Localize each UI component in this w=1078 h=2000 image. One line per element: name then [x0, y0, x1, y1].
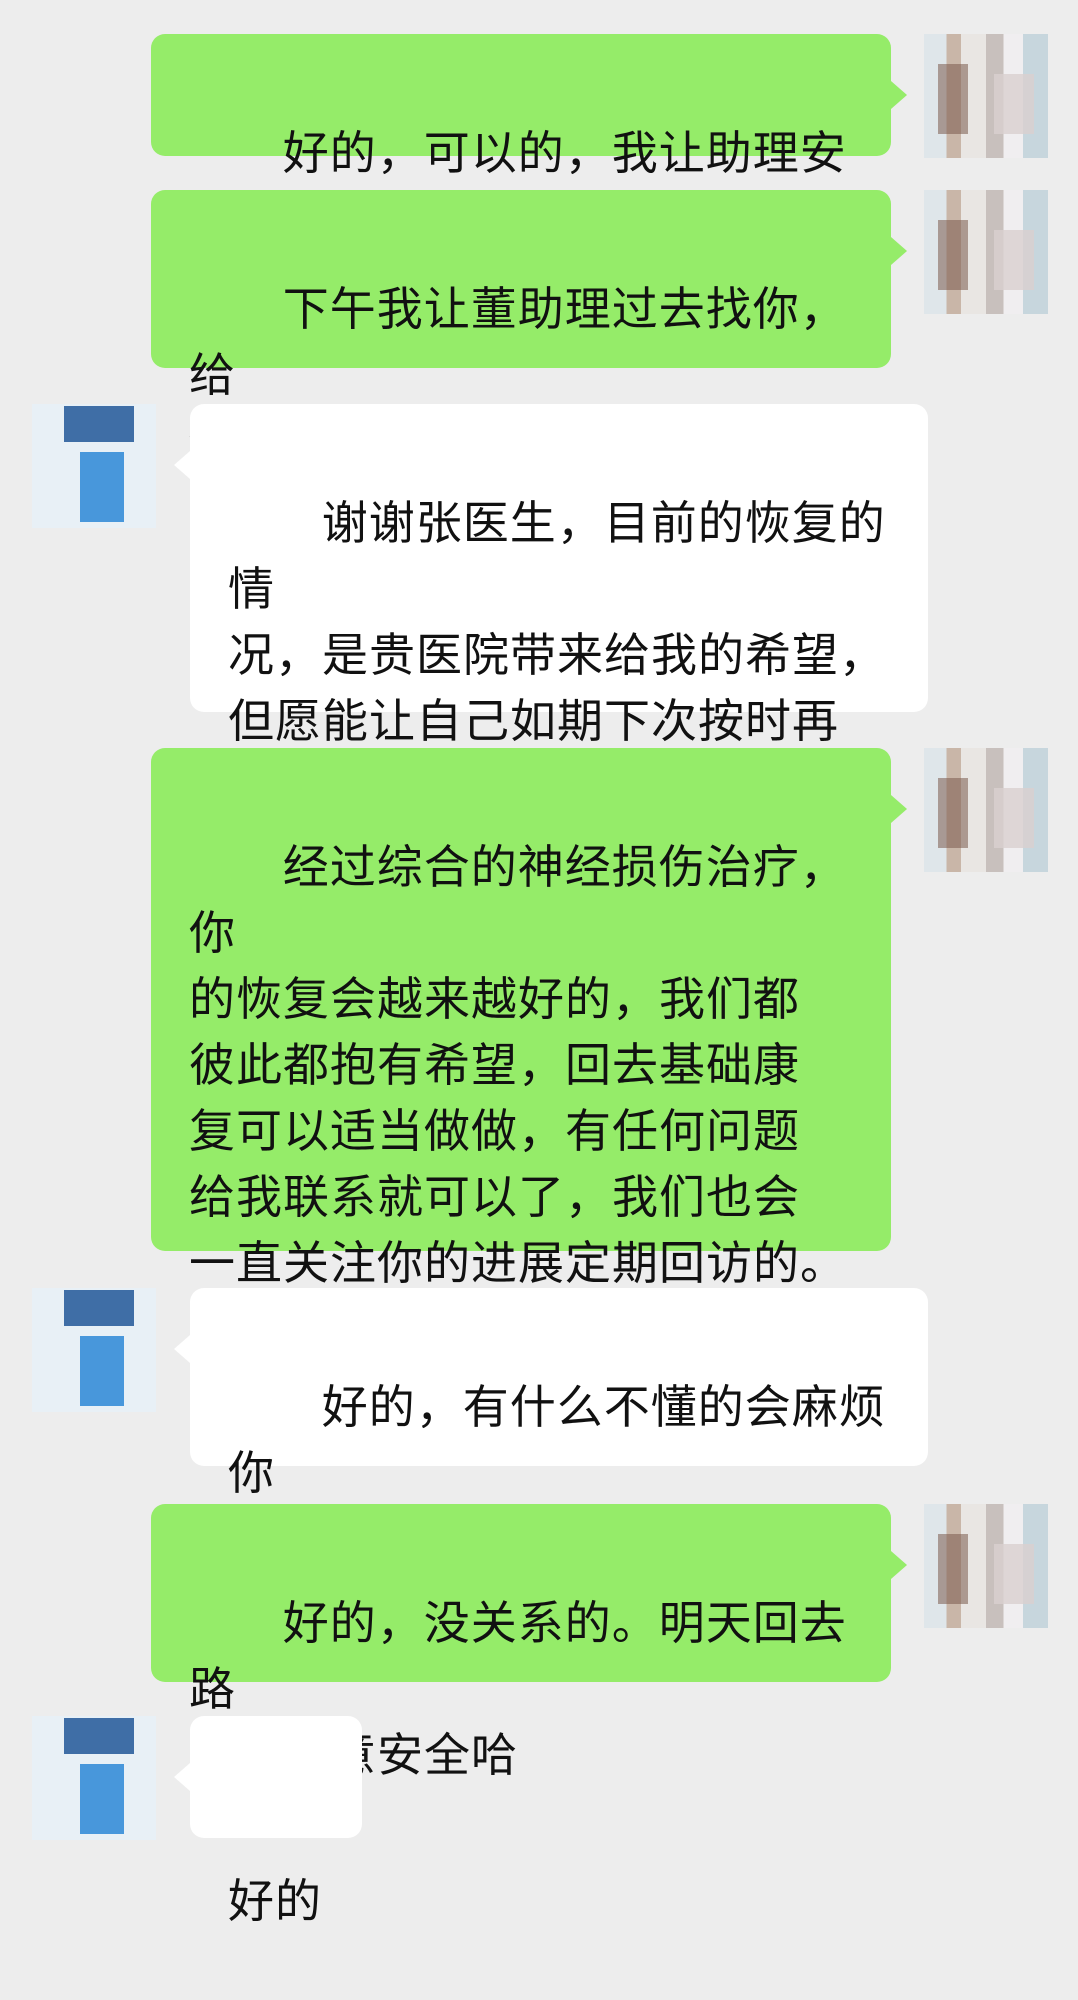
- message-row: 好的，可以的，我让助理安排: [0, 34, 1078, 246]
- sent-message-bubble[interactable]: 好的，可以的，我让助理安排: [151, 34, 891, 246]
- message-row: 经过综合的神经损伤治疗，你 的恢复会越来越好的，我们都 彼此都抱有希望，回去基础…: [0, 748, 1078, 1356]
- message-text: 好的: [228, 1874, 322, 1928]
- message-row: 好的，有什么不懂的会麻烦你 们的，: [0, 1288, 1078, 1566]
- bubble-tail: [891, 81, 907, 109]
- message-row: 好的: [0, 1716, 1078, 1928]
- bubble-tail: [174, 451, 190, 479]
- doctor-avatar-icon[interactable]: [924, 748, 1048, 872]
- sent-message-bubble[interactable]: 下午我让董助理过去找你，给 你安排: [151, 190, 891, 468]
- bubble-tail: [891, 795, 907, 823]
- received-message-bubble[interactable]: 谢谢张医生，目前的恢复的情 况，是贵医院带来给我的希望， 但愿能让自己如期下次按…: [190, 404, 928, 814]
- bubble-tail: [891, 237, 907, 265]
- bubble-tail: [174, 1335, 190, 1363]
- received-message-bubble[interactable]: 好的: [190, 1716, 362, 1928]
- message-text: 经过综合的神经损伤治疗，你 的恢复会越来越好的，我们都 彼此都抱有希望，回去基础…: [189, 840, 847, 1356]
- sent-message-bubble[interactable]: 好的，没关系的。明天回去路 上也注意安全哈: [151, 1504, 891, 1782]
- received-message-bubble[interactable]: 好的，有什么不懂的会麻烦你 们的，: [190, 1288, 928, 1566]
- sent-message-bubble[interactable]: 经过综合的神经损伤治疗，你 的恢复会越来越好的，我们都 彼此都抱有希望，回去基础…: [151, 748, 891, 1356]
- message-row: 下午我让董助理过去找你，给 你安排: [0, 190, 1078, 468]
- doctor-avatar-icon[interactable]: [924, 34, 1048, 158]
- message-row: 谢谢张医生，目前的恢复的情 况，是贵医院带来给我的希望， 但愿能让自己如期下次按…: [0, 404, 1078, 814]
- bubble-tail: [891, 1551, 907, 1579]
- patient-avatar-icon[interactable]: [32, 1288, 156, 1412]
- patient-avatar-icon[interactable]: [32, 1716, 156, 1840]
- bubble-tail: [174, 1763, 190, 1791]
- message-row: 好的，没关系的。明天回去路 上也注意安全哈: [0, 1504, 1078, 1782]
- doctor-avatar-icon[interactable]: [924, 1504, 1048, 1628]
- chat-area[interactable]: 好的，可以的，我让助理安排 下午我让董助理过去找你，给 你安排 谢谢张医生，目前…: [0, 0, 1078, 1928]
- doctor-avatar-icon[interactable]: [924, 190, 1048, 314]
- patient-avatar-icon[interactable]: [32, 404, 156, 528]
